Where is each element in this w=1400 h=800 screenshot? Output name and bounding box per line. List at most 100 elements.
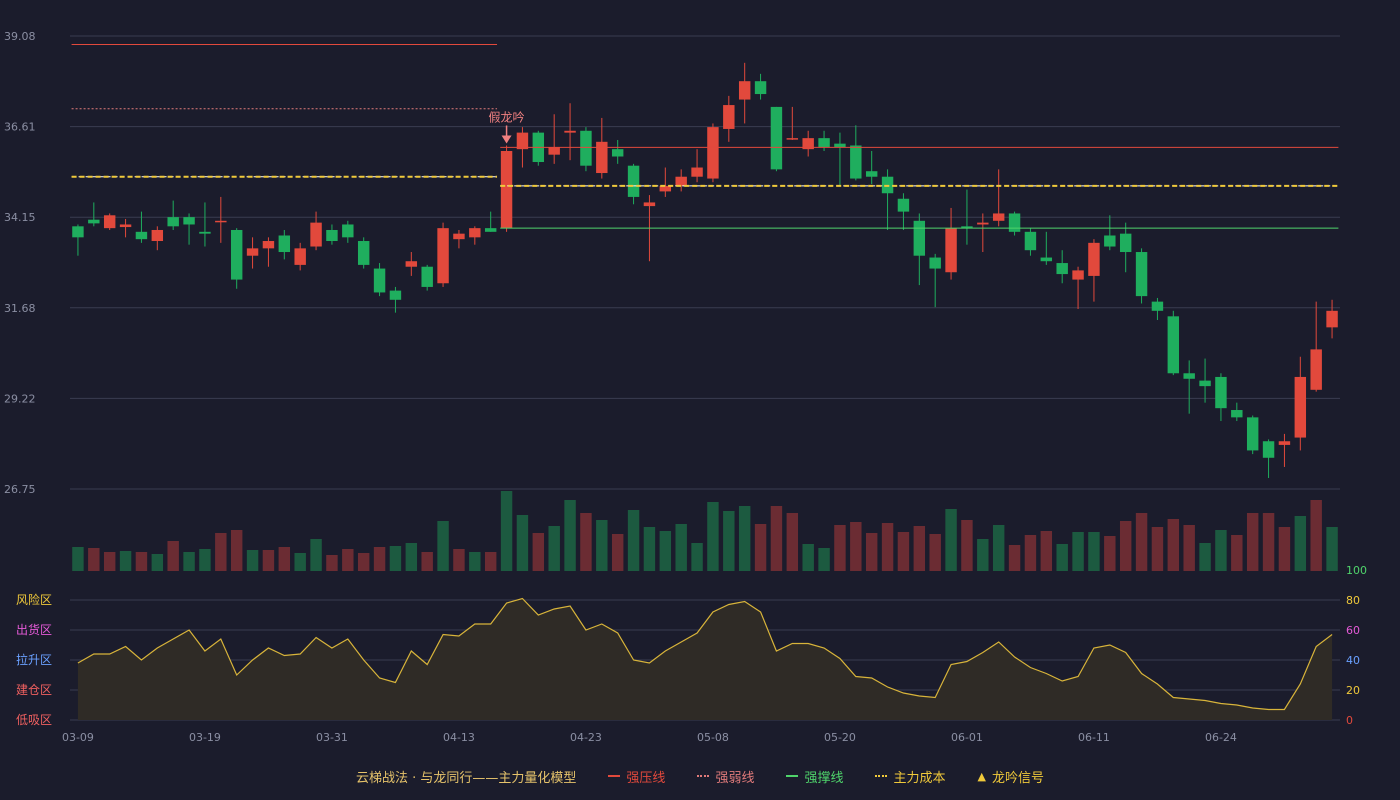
candle-body	[1135, 252, 1148, 297]
oscillator-tick-label: 80	[1346, 594, 1360, 607]
volume-bar	[1183, 525, 1195, 571]
volume-bar	[294, 553, 306, 571]
candle-body	[1008, 213, 1021, 232]
candle-body	[1104, 235, 1116, 247]
volume-bar	[834, 525, 846, 571]
price-tick-label: 39.08	[4, 30, 36, 43]
volume-bar	[373, 547, 386, 571]
candle-body	[453, 233, 465, 240]
volume-bar	[1135, 513, 1148, 571]
price-tick-label: 26.75	[4, 483, 36, 496]
volume-bar	[230, 530, 243, 571]
candle-body	[977, 222, 989, 225]
oscillator-tick-label: 20	[1346, 684, 1360, 697]
candle-body	[627, 165, 640, 197]
oscillator-tick-label: 100	[1346, 564, 1367, 577]
candle-body	[294, 248, 306, 265]
volume-bar	[1024, 535, 1037, 571]
candle-body	[992, 213, 1005, 221]
volume-bar	[1294, 516, 1307, 571]
volume-bar	[786, 513, 799, 571]
candle-body	[469, 228, 481, 238]
legend-item-dragon-signal[interactable]: ▲ 龙吟信号	[977, 767, 1043, 786]
candle-body	[1072, 270, 1084, 280]
volume-bar	[977, 539, 989, 571]
oscillator-zone-label: 拉升区	[16, 652, 52, 667]
volume-bar	[167, 541, 179, 571]
volume-bar	[103, 552, 116, 571]
volume-bar	[389, 546, 402, 571]
legend-title: 云梯战法 · 与龙同行——主力量化模型	[356, 770, 577, 786]
legend-label: 强压线	[626, 770, 666, 786]
volume-bar	[215, 533, 227, 571]
volume-bar	[548, 526, 560, 571]
candle-body	[897, 198, 910, 212]
volume-bar	[1326, 527, 1338, 571]
volume-bar	[770, 506, 783, 571]
volume-bar	[802, 544, 814, 571]
candle-body	[151, 229, 164, 242]
legend-swatch	[697, 775, 710, 777]
candle-body	[516, 132, 529, 150]
volume-bar	[246, 550, 259, 571]
date-tick-label: 05-08	[697, 731, 729, 744]
candle-body	[580, 130, 592, 166]
volume-bar	[945, 509, 957, 571]
candle-body	[135, 231, 148, 240]
candle-body	[215, 220, 227, 223]
volume-bar	[1167, 519, 1180, 571]
volume-bar	[913, 526, 926, 571]
candle-body	[818, 138, 830, 148]
candle-body	[1294, 376, 1307, 438]
volume-bar	[992, 525, 1005, 571]
oscillator-tick-label: 0	[1346, 714, 1353, 727]
volume-bar	[72, 547, 84, 571]
candle-body	[1183, 373, 1195, 379]
signal-arrow-head	[501, 135, 512, 144]
volume-bar	[151, 554, 164, 571]
candle-body	[643, 202, 656, 207]
volume-bar	[707, 502, 719, 571]
candle-body	[834, 143, 846, 148]
volume-bar	[119, 551, 132, 571]
volume-bar	[1278, 527, 1291, 571]
legend-item-strong-support[interactable]: 强撑线	[786, 767, 843, 786]
date-tick-label: 06-24	[1205, 731, 1237, 744]
legend-swatch	[608, 775, 621, 777]
volume-bar	[738, 506, 751, 571]
candle-body	[548, 147, 560, 155]
volume-bar	[865, 533, 878, 571]
volume-bar	[310, 539, 322, 571]
candle-body	[723, 105, 735, 129]
candle-body	[342, 224, 354, 238]
candle-body	[564, 130, 576, 133]
candle-body	[199, 231, 211, 234]
oscillator-zone-label: 风险区	[16, 592, 52, 607]
volume-bar	[437, 521, 449, 571]
legend-item-strong-pressure[interactable]: 强压线	[608, 767, 665, 786]
candle-body	[1262, 441, 1275, 458]
triangle-icon: ▲	[977, 769, 986, 783]
volume-bar	[611, 534, 624, 571]
volume-bar	[1056, 544, 1068, 571]
candle-body	[1088, 242, 1100, 276]
volume-bar	[1215, 530, 1227, 571]
volume-bar	[532, 533, 545, 571]
volume-bar	[484, 552, 497, 571]
legend-item-strong-weak[interactable]: 强弱线	[697, 767, 754, 786]
volume-bar	[818, 548, 830, 571]
volume-bar	[183, 552, 195, 571]
price-tick-label: 31.68	[4, 302, 36, 315]
candle-body	[929, 257, 941, 269]
legend-item-main-cost[interactable]: 主力成本	[875, 767, 945, 786]
candle-body	[850, 145, 862, 179]
candle-body	[357, 241, 370, 265]
candle-body	[500, 150, 513, 229]
date-tick-label: 05-20	[824, 731, 856, 744]
volume-bar	[357, 553, 370, 571]
volume-bar	[342, 549, 354, 571]
candle-body	[310, 222, 322, 247]
volume-bar	[1008, 545, 1021, 571]
candle-body	[405, 261, 418, 267]
candlestick-chart: 39.08 36.61 34.15 31.68 29.22 26.75 假龙吟 100 80 60…	[4, 30, 1367, 744]
